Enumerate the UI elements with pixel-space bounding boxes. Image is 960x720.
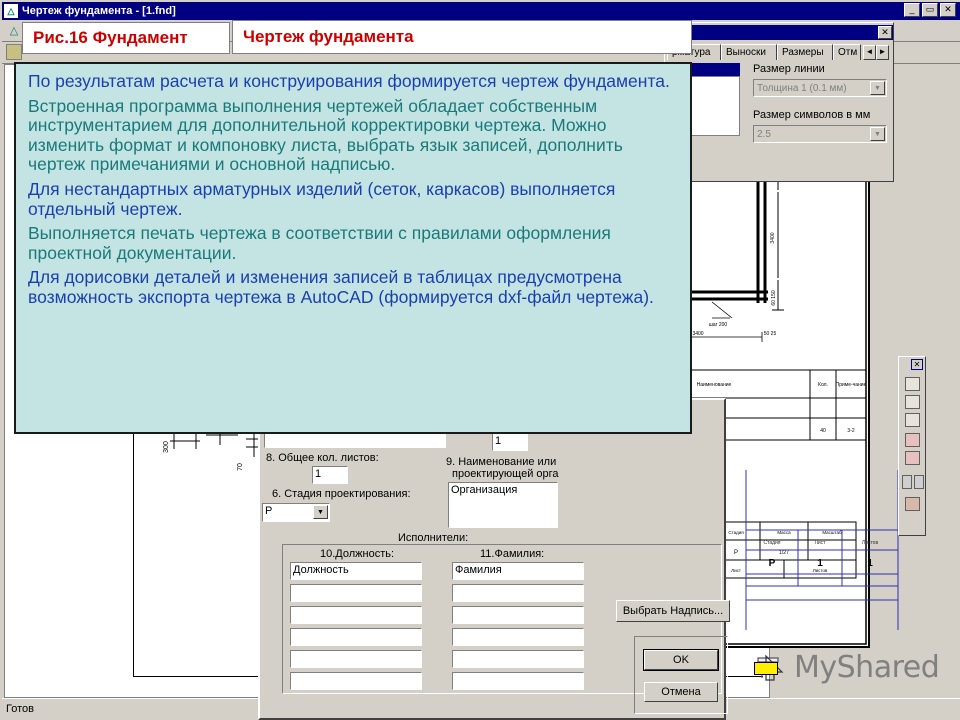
symbol-size-label: Размер символов в мм — [753, 109, 871, 121]
chevron-down-icon-2[interactable]: ▼ — [870, 127, 885, 141]
field-11-row-1[interactable] — [452, 584, 584, 602]
field-6-label: 6. Стадия проектирования: — [272, 488, 411, 500]
field-9-label-line1: 9. Наименование или — [446, 456, 557, 468]
field-9-input[interactable]: Организация — [448, 482, 558, 528]
table-header-name: Наименование — [697, 382, 732, 388]
table-header-qty: Кол. — [818, 382, 828, 388]
field-11-row-2[interactable] — [452, 606, 584, 624]
shape-icon[interactable] — [905, 497, 920, 511]
app-document-icon: △ — [9, 25, 19, 37]
window-title: Чертеж фундамента - [1.fnd] — [22, 5, 176, 17]
figure-caption-box: Рис.16 Фундамент — [22, 22, 230, 54]
field-11-row-0[interactable]: Фамилия — [452, 562, 584, 580]
field-10-label: 10.Должность: — [320, 548, 395, 560]
line-size-label: Размер линии — [753, 63, 825, 75]
title-block-svg: Стадия Лист Листов Р 1 1 — [745, 470, 899, 630]
printer-icon[interactable] — [905, 433, 920, 447]
sheet-stamp-header-sheets: Листов — [862, 540, 879, 546]
table-row-1-note: 3-2 — [847, 428, 854, 434]
ok-button[interactable]: OK — [644, 650, 718, 670]
table-header-note: Приме-чание — [836, 382, 867, 388]
dim-height-label: 3400 — [770, 232, 776, 243]
symbol-size-value: 2.5 — [757, 128, 771, 140]
description-overlay: По результатам расчета и конструирования… — [14, 62, 692, 434]
restore-button[interactable]: ▭ — [922, 3, 938, 17]
dim-width-label: 3400 — [692, 331, 703, 337]
floating-vertical-toolbar[interactable]: ✕ — [898, 356, 926, 536]
title-block-form-dialog[interactable]: Сетка С1 7. Порядковый номер 1 8. Общее … — [258, 398, 730, 720]
line-size-value: Толщина 1 (0.1 мм) — [757, 82, 847, 94]
options-close-icon[interactable]: ✕ — [878, 26, 892, 39]
line-size-combo[interactable]: Толщина 1 (0.1 мм) ▼ — [753, 79, 887, 97]
sheet-stamp-value-sheets: 1 — [867, 558, 873, 569]
field-8-input[interactable]: 1 — [312, 466, 348, 484]
sheet-stamp-value-stage: Р — [769, 558, 776, 569]
tab-otmetki[interactable]: Отм — [833, 44, 861, 60]
field-10-row-4[interactable] — [290, 650, 422, 668]
field-10-row-1[interactable] — [290, 584, 422, 602]
sheet-stamp-value-sheet: 1 — [817, 558, 823, 569]
window-titlebar: △ Чертеж фундамента - [1.fnd] — [2, 2, 960, 20]
field-6-value: Р — [265, 505, 273, 517]
overlay-paragraph-2: Встроенная программа выполнения чертежей… — [28, 95, 623, 175]
overlay-paragraph-5: Для дорисовки деталей и изменения записе… — [28, 267, 654, 307]
options-panel-titlebar: ✕ — [667, 25, 893, 40]
field-10-row-3[interactable] — [290, 628, 422, 646]
window-controls: _ ▭ ✕ — [904, 3, 956, 17]
table-icon[interactable] — [905, 395, 920, 409]
chevron-down-icon[interactable]: ▼ — [870, 81, 885, 95]
field-10-row-2[interactable] — [290, 606, 422, 624]
status-text: Готов — [6, 702, 34, 715]
drawing-options-panel[interactable]: ✕ рматура Выноски Размеры Отм ◄ ► Размер… — [664, 22, 894, 182]
cancel-button[interactable]: Отмена — [644, 682, 718, 702]
field-9-label-line2: проектирующей орга — [452, 468, 559, 480]
overlay-paragraph-3: Для нестандартных арматурных изделий (се… — [28, 178, 616, 219]
chevron-down-icon-stage[interactable]: ▼ — [313, 505, 328, 519]
hatch-icon[interactable] — [902, 475, 912, 489]
field-11-row-3[interactable] — [452, 628, 584, 646]
toolbar-button-generic[interactable] — [6, 44, 22, 60]
sheet-stamp-header-sheet: Лист — [815, 540, 827, 546]
screenshot-root: △ Чертеж фундамента - [1.fnd] _ ▭ ✕ _ ▭ … — [0, 0, 960, 720]
field-8-label: 8. Общее кол. листов: — [266, 452, 379, 464]
tab-scroll-left-icon[interactable]: ◄ — [863, 45, 876, 60]
field-11-label: 11.Фамилия: — [480, 548, 545, 560]
dim-70-label: 70 — [237, 463, 244, 471]
print-preview-icon[interactable] — [905, 451, 920, 465]
minimize-button[interactable]: _ — [904, 3, 920, 17]
field-10-row-5[interactable] — [290, 672, 422, 690]
dim-bottom-label: 60 150 — [771, 290, 777, 306]
step-note-label: шаг 200 — [709, 322, 728, 328]
select-caption-button[interactable]: Выбрать Надпись... — [616, 600, 730, 622]
page-icon[interactable] — [905, 413, 920, 427]
performers-label: Исполнители: — [398, 532, 469, 544]
tab-vynoski[interactable]: Выноски — [721, 44, 777, 60]
lock-icon[interactable] — [905, 377, 920, 391]
overlay-paragraph-1: По результатам расчета и конструирования… — [28, 71, 670, 91]
field-7-input[interactable]: 1 — [492, 433, 528, 451]
close-button[interactable]: ✕ — [940, 3, 956, 17]
field-6-combo[interactable]: Р ▼ — [262, 503, 330, 522]
subject-caption-text: Чертеж фундамента — [243, 27, 414, 46]
tab-razmery[interactable]: Размеры — [777, 44, 833, 60]
figure-caption-text: Рис.16 Фундамент — [33, 28, 188, 47]
overlay-paragraph-4: Выполняется печать чертежа в соответстви… — [28, 223, 611, 263]
sheet-stamp-header-stage: Стадия — [763, 540, 780, 546]
options-tab-strip[interactable]: рматура Выноски Размеры Отм ◄ ► — [667, 42, 893, 60]
tab-scroll-right-icon[interactable]: ► — [876, 45, 889, 60]
field-11-row-4[interactable] — [452, 650, 584, 668]
table-row-1-qty: 40 — [820, 428, 826, 434]
field-11-row-5[interactable] — [452, 672, 584, 690]
subject-caption-box: Чертеж фундамента — [232, 20, 692, 54]
ok-cancel-group — [634, 636, 728, 714]
symbol-size-combo[interactable]: 2.5 ▼ — [753, 125, 887, 143]
dim-300-label: 300 — [163, 441, 170, 453]
dim-right-label: 50 25 — [764, 331, 777, 337]
grid-icon[interactable] — [914, 475, 924, 489]
field-10-row-0[interactable]: Должность — [290, 562, 422, 580]
vtoolbar-close-icon[interactable]: ✕ — [911, 359, 923, 370]
app-icon: △ — [4, 4, 18, 18]
tab-scroll-buttons[interactable]: ◄ ► — [863, 45, 889, 60]
